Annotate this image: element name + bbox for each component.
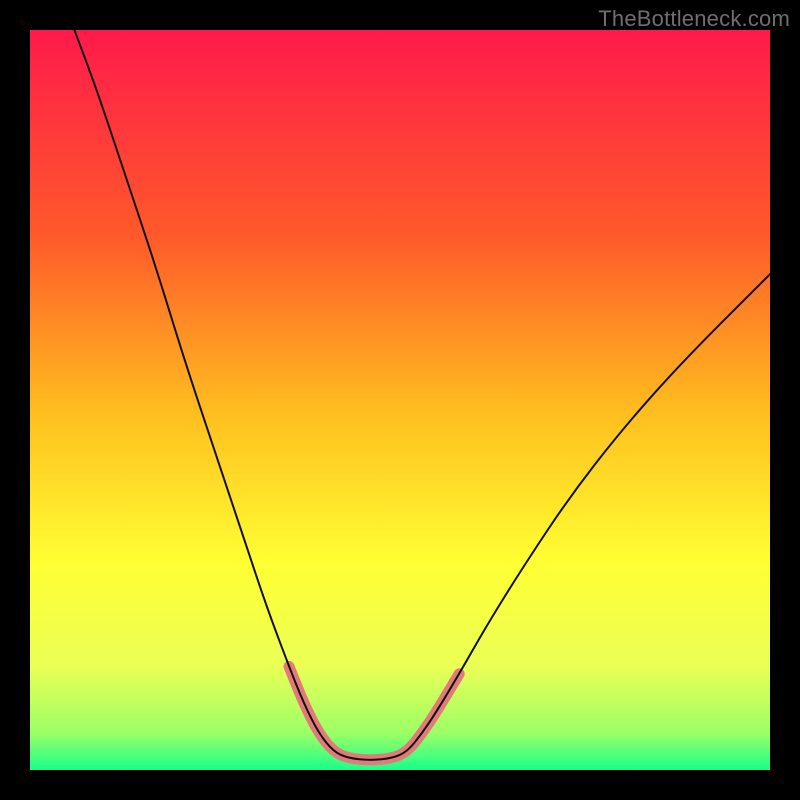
plot-area <box>30 30 770 770</box>
chart-frame: TheBottleneck.com <box>0 0 800 800</box>
chart-svg <box>30 30 770 770</box>
watermark-text: TheBottleneck.com <box>598 6 790 32</box>
gradient-background <box>30 30 770 770</box>
